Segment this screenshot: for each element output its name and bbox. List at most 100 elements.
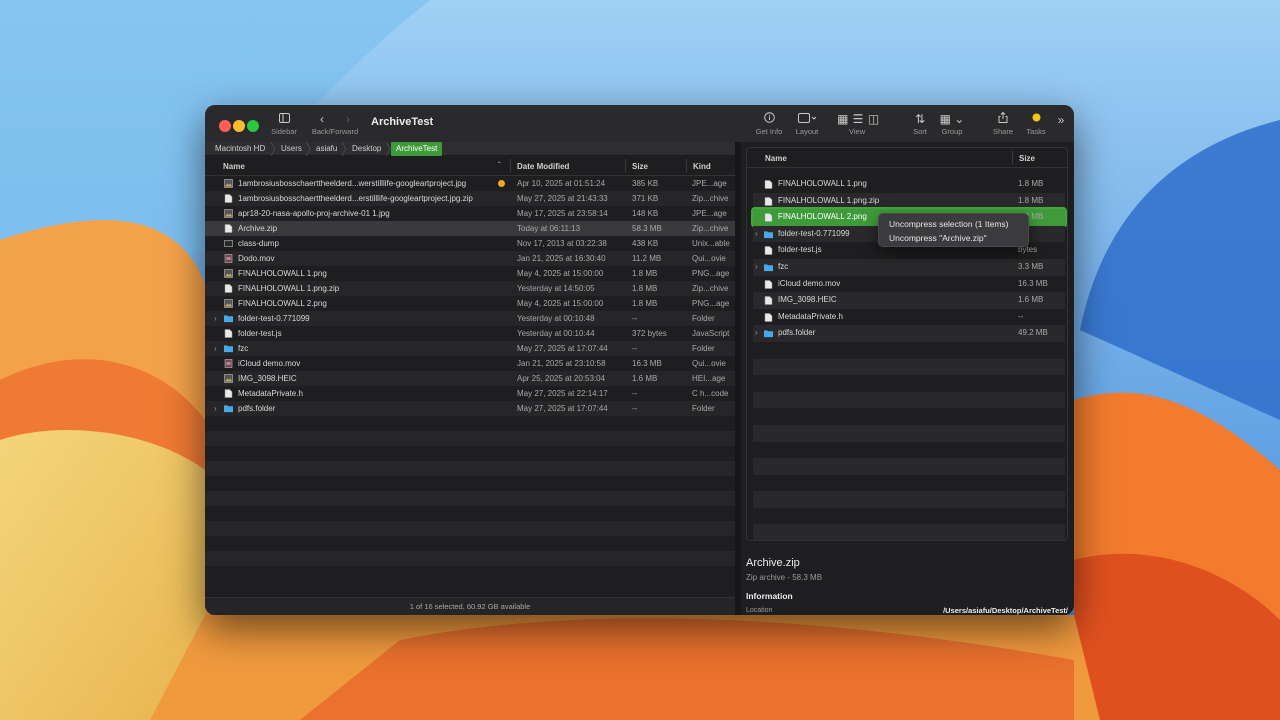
finder-window: Sidebar ‹ › Back/Forward ArchiveTest Get … bbox=[205, 105, 1074, 615]
document-icon bbox=[753, 176, 777, 192]
file-size: -- bbox=[632, 389, 638, 398]
file-name: class-dump bbox=[238, 239, 279, 248]
empty-row bbox=[205, 446, 735, 461]
file-kind: JPE...age bbox=[692, 179, 727, 188]
chevron-left-icon[interactable]: ‹ bbox=[320, 112, 324, 126]
archive-column-size[interactable]: Size bbox=[1019, 154, 1035, 163]
table-row[interactable]: 1ambrosiusbosschaerttheelderd...werstill… bbox=[205, 176, 735, 191]
column-header-kind[interactable]: Kind bbox=[693, 162, 711, 171]
list-icon[interactable]: ☰ bbox=[852, 111, 865, 127]
empty-row bbox=[753, 508, 1065, 525]
table-row[interactable]: 1ambrosiusbosschaerttheelderd...erstilll… bbox=[205, 191, 735, 206]
empty-row bbox=[205, 566, 735, 581]
archive-item-name: fzc bbox=[778, 261, 789, 271]
column-header-size[interactable]: Size bbox=[632, 162, 648, 171]
status-bar: 1 of 16 selected, 60.92 GB available bbox=[205, 597, 735, 615]
table-row[interactable]: iCloud demo.mov Jan 21, 2025 at 23:10:58 1… bbox=[205, 356, 735, 371]
image-file-icon bbox=[205, 371, 235, 386]
sidebar-button[interactable]: Sidebar bbox=[267, 111, 301, 141]
file-date: May 27, 2025 at 22:14:17 bbox=[517, 389, 608, 398]
info-icon bbox=[752, 111, 786, 127]
list-item[interactable]: iCloud demo.mov 16.3 MB bbox=[753, 276, 1065, 293]
archive-item-size: 1.8 MB bbox=[1018, 195, 1044, 205]
file-kind: Folder bbox=[692, 314, 715, 323]
empty-row bbox=[753, 342, 1065, 359]
file-size: 148 KB bbox=[632, 209, 659, 218]
file-kind: PNG...age bbox=[692, 299, 730, 308]
file-kind: Folder bbox=[692, 344, 715, 353]
get-info-button[interactable]: Get Info bbox=[752, 111, 786, 141]
table-row[interactable]: IMG_3098.HEIC Apr 25, 2025 at 20:53:04 1.6… bbox=[205, 371, 735, 386]
column-header-name[interactable]: Name bbox=[223, 162, 245, 171]
list-item[interactable]: › pdfs.folder 49.2 MB bbox=[753, 325, 1065, 342]
table-row[interactable]: Dodo.mov Jan 21, 2025 at 16:30:40 11.2 MB Q… bbox=[205, 251, 735, 266]
chevron-double-right-icon: » bbox=[1057, 113, 1065, 127]
table-row[interactable]: FINALHOLOWALL 1.png May 4, 2025 at 15:00:… bbox=[205, 266, 735, 281]
archive-item-name: IMG_3098.HEIC bbox=[778, 295, 837, 305]
file-kind: Qui...ovie bbox=[692, 254, 726, 263]
sort-button[interactable]: ⇅ Sort bbox=[908, 111, 932, 141]
empty-row bbox=[205, 521, 735, 536]
file-size: 371 KB bbox=[632, 194, 659, 203]
share-button[interactable]: Share bbox=[991, 111, 1015, 141]
table-row[interactable]: › fzc May 27, 2025 at 17:07:44 -- Folder bbox=[205, 341, 735, 356]
column-divider bbox=[510, 159, 511, 172]
back-forward-buttons[interactable]: ‹ › Back/Forward bbox=[308, 111, 362, 141]
movie-file-icon bbox=[205, 251, 235, 266]
archive-item-name: FINALHOLOWALL 1.png bbox=[778, 179, 867, 188]
column-header-date[interactable]: Date Modified bbox=[517, 162, 569, 171]
empty-row bbox=[753, 458, 1065, 475]
archive-item-name: MetadataPrivate.h bbox=[778, 311, 843, 321]
table-row[interactable]: FINALHOLOWALL 2.png May 4, 2025 at 15:00:… bbox=[205, 296, 735, 311]
zoom-button[interactable] bbox=[247, 120, 259, 132]
file-date: Jan 21, 2025 at 23:10:58 bbox=[517, 359, 606, 368]
table-row[interactable]: folder-test.js Yesterday at 00:10:44 372 b… bbox=[205, 326, 735, 341]
view-control[interactable]: ▦ ☰ ◫ View bbox=[831, 111, 885, 141]
preview-subtitle: Zip archive - 58.3 MB bbox=[746, 573, 823, 582]
file-date: Jan 21, 2025 at 16:30:40 bbox=[517, 254, 606, 263]
table-row[interactable]: Archive.zip Today at 06:11:13 58.3 MB Zip..… bbox=[205, 221, 735, 236]
table-row[interactable]: › folder-test-0.771099 Yesterday at 00:10:… bbox=[205, 311, 735, 326]
table-row[interactable]: apr18-20-nasa-apollo-proj-archive-01 1.j… bbox=[205, 206, 735, 221]
table-row[interactable]: class-dump Nov 17, 2013 at 03:22:38 438 KB… bbox=[205, 236, 735, 251]
image-file-icon bbox=[205, 176, 235, 191]
tasks-button[interactable]: Tasks bbox=[1023, 111, 1049, 141]
minimize-button[interactable] bbox=[233, 120, 245, 132]
table-row[interactable]: FINALHOLOWALL 1.png.zip Yesterday at 14:5… bbox=[205, 281, 735, 296]
document-icon bbox=[205, 386, 235, 401]
list-item[interactable]: MetadataPrivate.h -- bbox=[753, 309, 1065, 326]
folder-icon bbox=[753, 259, 777, 275]
list-item[interactable]: FINALHOLOWALL 1.png 1.8 MB bbox=[753, 176, 1065, 193]
image-file-icon bbox=[205, 206, 235, 221]
sort-ascending-icon: ˆ bbox=[498, 161, 501, 170]
layout-button[interactable]: Layout bbox=[792, 111, 822, 141]
close-button[interactable] bbox=[219, 120, 231, 132]
table-row[interactable]: › pdfs.folder May 27, 2025 at 17:07:44 -- Fo… bbox=[205, 401, 735, 416]
information-heading: Information bbox=[746, 591, 793, 601]
file-date: May 27, 2025 at 21:43:33 bbox=[517, 194, 608, 203]
archive-item-size: 16.3 MB bbox=[1018, 278, 1048, 288]
toolbar-overflow-button[interactable]: » bbox=[1054, 112, 1068, 142]
archive-column-name[interactable]: Name bbox=[765, 154, 787, 163]
table-row[interactable]: MetadataPrivate.h May 27, 2025 at 22:14:1… bbox=[205, 386, 735, 401]
file-size: 1.8 MB bbox=[632, 284, 658, 293]
list-item[interactable]: IMG_3098.HEIC 1.6 MB bbox=[753, 292, 1065, 309]
uncompress-selection-item[interactable]: Uncompress selection (1 Items) bbox=[879, 217, 1028, 231]
breadcrumb: Macintosh HD Users asiafu Desktop Archiv… bbox=[205, 142, 738, 156]
list-item[interactable]: › fzc 3.3 MB bbox=[753, 258, 1065, 276]
grid-icon[interactable]: ▦ bbox=[837, 111, 848, 127]
file-size: 1.6 MB bbox=[632, 374, 658, 383]
layout-label: Layout bbox=[795, 127, 819, 136]
archive-list-header: Name Size bbox=[747, 148, 1067, 168]
file-name: apr18-20-nasa-apollo-proj-archive-01 1.j… bbox=[238, 209, 390, 218]
file-name: fzc bbox=[238, 344, 249, 353]
empty-row bbox=[753, 524, 1065, 540]
file-name: pdfs.folder bbox=[238, 404, 276, 413]
list-item[interactable]: FINALHOLOWALL 1.png.zip 1.8 MB bbox=[753, 192, 1065, 210]
uncompress-archive-item[interactable]: Uncompress "Archive.zip" bbox=[879, 231, 1028, 245]
file-list-pane: Name ˆ Date Modified Size Kind 1ambrosiu… bbox=[205, 156, 735, 597]
file-kind: PNG...age bbox=[692, 269, 730, 278]
group-button[interactable]: ▦ ⌄ Group bbox=[938, 111, 966, 141]
chevron-right-icon[interactable]: › bbox=[346, 112, 350, 126]
columns-icon[interactable]: ◫ bbox=[868, 111, 879, 127]
